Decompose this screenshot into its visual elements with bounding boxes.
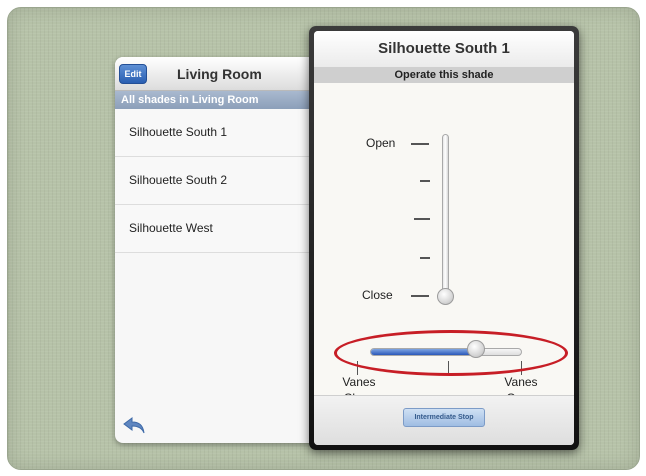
tick-quarter xyxy=(420,180,430,182)
shade-list-item[interactable]: Silhouette West xyxy=(115,205,315,253)
edit-button[interactable]: Edit xyxy=(119,64,147,84)
shade-list-item[interactable]: Silhouette South 2 xyxy=(115,157,315,205)
intermediate-stop-button[interactable]: Intermediate Stop xyxy=(403,408,485,427)
shade-position-slider-knob[interactable] xyxy=(437,288,454,305)
open-label: Open xyxy=(366,136,396,150)
tick-three-quarter xyxy=(420,257,430,259)
room-title: Living Room xyxy=(177,66,262,82)
vanes-open-line1: Vanes xyxy=(504,375,538,389)
shade-control-popover: Silhouette South 1 Operate this shade Op… xyxy=(309,26,579,450)
popover-content: Silhouette South 1 Operate this shade Op… xyxy=(314,31,574,445)
room-header: Edit Living Room xyxy=(115,57,315,91)
popover-title: Silhouette South 1 xyxy=(314,31,574,67)
popover-toolbar: Intermediate Stop xyxy=(314,395,574,445)
section-header: All shades in Living Room xyxy=(115,91,315,109)
close-label: Close xyxy=(362,288,393,302)
annotation-highlight-ellipse xyxy=(334,330,568,376)
shade-list-item[interactable]: Silhouette South 1 xyxy=(115,109,315,157)
tick-close xyxy=(411,295,429,297)
shade-position-slider-track[interactable] xyxy=(442,134,449,304)
vanes-close-line1: Vanes xyxy=(342,375,376,389)
tick-open xyxy=(411,143,429,145)
room-shades-panel: Edit Living Room All shades in Living Ro… xyxy=(115,57,315,443)
tick-half xyxy=(414,218,430,220)
undo-arrow-icon[interactable] xyxy=(121,415,147,435)
popover-subtitle: Operate this shade xyxy=(314,67,574,83)
